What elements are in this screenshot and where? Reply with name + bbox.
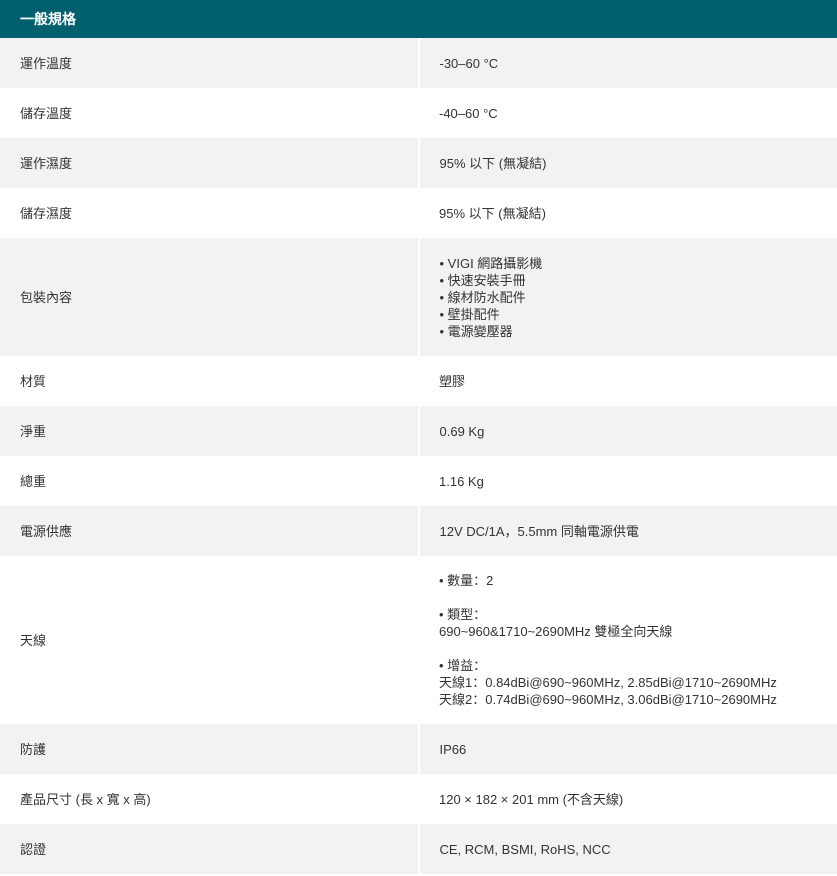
table-row: 儲存濕度 95% 以下 (無凝結) <box>0 188 837 238</box>
spec-value: IP66 <box>418 724 837 774</box>
spec-label: 電源供應 <box>0 506 420 556</box>
spec-label: 包裝內容 <box>0 238 420 356</box>
table-row: 材質 塑膠 <box>0 356 837 406</box>
spec-value: 95% 以下 (無凝結) <box>418 138 837 188</box>
antenna-gain-2: 天線2：0.74dBi@690~960MHz, 3.06dBi@1710~269… <box>439 692 777 707</box>
spec-value: -30–60 °C <box>418 38 837 88</box>
list-item: VIGI 網路攝影機 <box>440 255 837 272</box>
spec-label: 防護 <box>0 724 420 774</box>
spec-value: 0.69 Kg <box>418 406 837 456</box>
spec-value: 塑膠 <box>418 356 837 406</box>
spec-value: CE, RCM, BSMI, RoHS, NCC <box>418 824 837 874</box>
list-item: 線材防水配件 <box>440 289 837 306</box>
list-item: 電源變壓器 <box>440 323 837 340</box>
spec-value: 95% 以下 (無凝結) <box>418 188 837 238</box>
spec-label: 儲存濕度 <box>0 188 419 238</box>
spec-value: 1.16 Kg <box>418 456 837 506</box>
spec-label: 產品尺寸 (長 x 寬 x 高) <box>0 774 419 824</box>
spec-value: VIGI 網路攝影機 快速安裝手冊 線材防水配件 壁掛配件 電源變壓器 <box>418 238 837 356</box>
spec-label: 淨重 <box>0 406 420 456</box>
table-row: 儲存溫度 -40–60 °C <box>0 88 837 138</box>
table-row: 運作溫度 -30–60 °C <box>0 38 837 88</box>
section-title: 一般規格 <box>0 0 837 38</box>
general-specs-table: 一般規格 運作溫度 -30–60 °C 儲存溫度 -40–60 °C 運作濕度 … <box>0 0 837 874</box>
antenna-type-value: 690~960&1710~2690MHz 雙極全向天線 <box>439 624 673 639</box>
spec-label: 總重 <box>0 456 419 506</box>
table-row: 認證 CE, RCM, BSMI, RoHS, NCC <box>0 824 837 874</box>
spec-value: • 數量：2 • 類型： 690~960&1710~2690MHz 雙極全向天線… <box>418 556 837 724</box>
spec-label: 運作濕度 <box>0 138 420 188</box>
package-contents-list: VIGI 網路攝影機 快速安裝手冊 線材防水配件 壁掛配件 電源變壓器 <box>440 255 837 340</box>
antenna-type-label: • 類型： <box>439 607 487 622</box>
spec-label: 儲存溫度 <box>0 88 419 138</box>
antenna-gain-label: • 增益： <box>439 658 487 673</box>
spec-label: 認證 <box>0 824 420 874</box>
spec-value: 12V DC/1A，5.5mm 同軸電源供電 <box>418 506 837 556</box>
antenna-count: • 數量：2 <box>439 573 494 588</box>
table-row: 淨重 0.69 Kg <box>0 406 837 456</box>
spec-label: 運作溫度 <box>0 38 420 88</box>
list-item: 快速安裝手冊 <box>440 272 837 289</box>
table-row: 產品尺寸 (長 x 寬 x 高) 120 × 182 × 201 mm (不含天… <box>0 774 837 824</box>
table-row: 包裝內容 VIGI 網路攝影機 快速安裝手冊 線材防水配件 壁掛配件 電源變壓器 <box>0 238 837 356</box>
table-row: 天線 • 數量：2 • 類型： 690~960&1710~2690MHz 雙極全… <box>0 556 837 724</box>
spec-value: -40–60 °C <box>418 88 837 138</box>
section-header-row: 一般規格 <box>0 0 837 38</box>
table-row: 防護 IP66 <box>0 724 837 774</box>
table-row: 電源供應 12V DC/1A，5.5mm 同軸電源供電 <box>0 506 837 556</box>
antenna-gain-1: 天線1：0.84dBi@690~960MHz, 2.85dBi@1710~269… <box>439 675 777 690</box>
list-item: 壁掛配件 <box>440 306 837 323</box>
spec-label: 材質 <box>0 356 419 406</box>
spec-label: 天線 <box>0 556 419 724</box>
table-row: 總重 1.16 Kg <box>0 456 837 506</box>
table-row: 運作濕度 95% 以下 (無凝結) <box>0 138 837 188</box>
spec-value: 120 × 182 × 201 mm (不含天線) <box>418 774 837 824</box>
